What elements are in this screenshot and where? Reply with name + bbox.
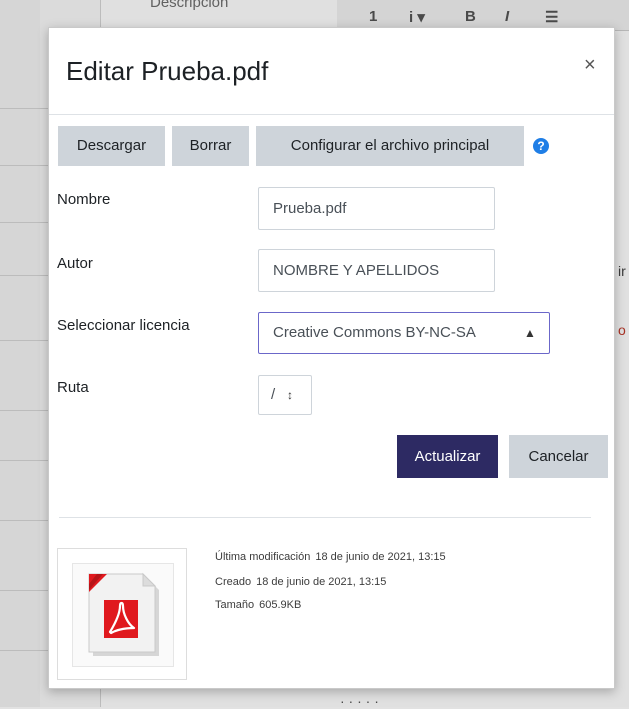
pdf-file-icon	[88, 572, 159, 656]
help-icon[interactable]: ?	[533, 138, 549, 154]
name-field[interactable]: Prueba.pdf	[258, 187, 495, 230]
name-label: Nombre	[57, 191, 111, 208]
file-thumbnail-frame	[72, 563, 174, 667]
created-label: Creado	[215, 576, 252, 588]
license-select-value: Creative Commons BY-NC-SA	[273, 324, 476, 341]
select-arrows-icon: ▲︎	[524, 326, 536, 340]
license-select[interactable]: Creative Commons BY-NC-SA	[258, 312, 550, 354]
dialog-divider	[59, 517, 591, 518]
license-label: Seleccionar licencia	[57, 317, 190, 334]
path-label: Ruta	[57, 379, 89, 396]
author-field[interactable]: NOMBRE Y APELLIDOS	[258, 249, 495, 292]
edit-file-dialog: Editar Prueba.pdf × Descargar Borrar Con…	[48, 27, 615, 689]
size-value: 605.9KB	[259, 599, 302, 611]
created-value: 18 de junio de 2021, 13:15	[256, 576, 387, 588]
modified-label: Última modificación	[215, 551, 311, 563]
update-button[interactable]: Actualizar	[397, 435, 498, 478]
modified-value: 18 de junio de 2021, 13:15	[315, 551, 446, 563]
modified-info: Última modificación 18 de junio de 2021, …	[215, 551, 446, 563]
download-button[interactable]: Descargar	[58, 126, 165, 166]
path-select[interactable]: /	[258, 375, 312, 415]
dialog-title: Editar Prueba.pdf	[66, 56, 269, 86]
size-info: Tamaño 605.9KB	[215, 599, 301, 611]
author-label: Autor	[57, 255, 93, 272]
created-info: Creado 18 de junio de 2021, 13:15	[215, 576, 386, 588]
select-arrows-icon: ↕︎	[287, 388, 293, 402]
dialog-header: Editar Prueba.pdf ×	[49, 28, 614, 115]
cancel-button[interactable]: Cancelar	[509, 435, 608, 478]
file-thumbnail	[57, 548, 187, 680]
size-label: Tamaño	[215, 599, 255, 611]
delete-button[interactable]: Borrar	[172, 126, 249, 166]
close-icon[interactable]: ×	[584, 54, 596, 77]
set-main-file-button[interactable]: Configurar el archivo principal	[256, 126, 524, 166]
path-select-value: /	[271, 386, 276, 403]
